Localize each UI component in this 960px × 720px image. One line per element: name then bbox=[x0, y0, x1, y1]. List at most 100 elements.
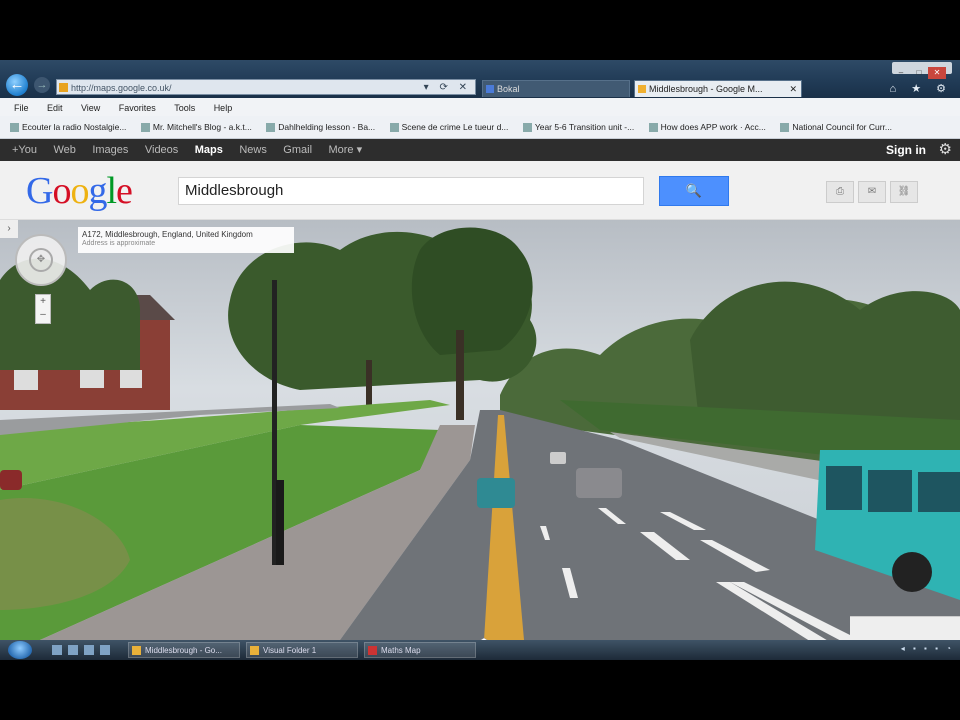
street-view-panorama[interactable]: › A172, Middlesbrough, England, United K… bbox=[0, 220, 960, 640]
tab-label: Bokal bbox=[497, 84, 520, 94]
favorite-link[interactable]: National Council for Curr... bbox=[780, 116, 892, 138]
logo-letter: G bbox=[26, 170, 53, 212]
gbar-plus-you[interactable]: +You bbox=[12, 139, 37, 161]
menu-tools[interactable]: Tools bbox=[174, 99, 195, 117]
favorite-link[interactable]: How does APP work · Acc... bbox=[648, 116, 766, 138]
minimize-button[interactable]: – bbox=[892, 67, 910, 79]
zoom-control[interactable]: + – bbox=[35, 294, 51, 324]
start-button[interactable] bbox=[8, 641, 32, 659]
task-label: Middlesbrough - Go... bbox=[145, 646, 222, 655]
gear-icon[interactable]: ⚙ bbox=[939, 141, 952, 159]
favorite-link[interactable]: Mr. Mitchell's Blog - a.k.t... bbox=[140, 116, 252, 138]
collapse-panel-button[interactable]: › bbox=[0, 220, 18, 238]
google-logo[interactable]: Google bbox=[26, 170, 133, 212]
favorite-label: Scene de crime Le tueur d... bbox=[401, 122, 509, 132]
search-input[interactable] bbox=[178, 177, 644, 205]
menu-file[interactable]: File bbox=[14, 99, 29, 117]
gbar-web[interactable]: Web bbox=[53, 139, 75, 161]
favorite-label: Ecouter la radio Nostalgie... bbox=[22, 122, 127, 132]
favorite-label: How does APP work · Acc... bbox=[660, 122, 766, 132]
search-icon: 🔍 bbox=[685, 183, 703, 198]
favorite-link[interactable]: Dahlhelding lesson - Ba... bbox=[266, 116, 375, 138]
quicklaunch-icon[interactable] bbox=[100, 645, 110, 655]
favorite-icon bbox=[389, 123, 399, 133]
quicklaunch-icon[interactable] bbox=[68, 645, 78, 655]
maps-header: Google 🔍 ⎙ ✉ ⛓ bbox=[0, 161, 960, 220]
tab-bokal[interactable]: Bokal bbox=[482, 80, 630, 97]
bus-window bbox=[918, 472, 960, 512]
street-scene bbox=[0, 227, 960, 640]
window-controls: – □ ✕ bbox=[892, 62, 952, 79]
app-icon bbox=[368, 646, 377, 655]
compass-icon[interactable]: ✥ bbox=[29, 248, 53, 272]
tab-middlesbrough[interactable]: Middlesbrough - Google M... ✕ bbox=[634, 80, 802, 97]
tree-tall bbox=[411, 227, 533, 355]
pan-control[interactable]: ✥ bbox=[15, 234, 67, 286]
address-bar[interactable]: http://maps.google.co.uk/ ▾ ⟳ ✕ bbox=[56, 79, 476, 95]
browser-tool-icons[interactable]: ⌂ ★ ⚙ bbox=[890, 82, 952, 95]
gbar-more[interactable]: More ▾ bbox=[328, 139, 362, 161]
menu-bar: File Edit View Favorites Tools Help bbox=[0, 98, 960, 116]
print-button[interactable]: ⎙ bbox=[826, 181, 854, 203]
bollard bbox=[276, 480, 284, 565]
email-button[interactable]: ✉ bbox=[858, 181, 886, 203]
forward-button[interactable]: → bbox=[34, 77, 50, 93]
task-middlesbrough[interactable]: Middlesbrough - Go... bbox=[128, 642, 240, 658]
gbar-videos[interactable]: Videos bbox=[145, 139, 178, 161]
favorite-icon bbox=[780, 123, 790, 133]
favorite-icon bbox=[10, 123, 19, 133]
car-parked bbox=[0, 470, 22, 490]
tab-favicon-icon bbox=[638, 85, 646, 93]
ie-icon bbox=[132, 646, 141, 655]
task-visual-folder[interactable]: Visual Folder 1 bbox=[246, 642, 358, 658]
link-button[interactable]: ⛓ bbox=[890, 181, 918, 203]
gbar-images[interactable]: Images bbox=[92, 139, 128, 161]
address-title: A172, Middlesbrough, England, United Kin… bbox=[82, 230, 253, 239]
tab-label: Middlesbrough - Google M... bbox=[649, 84, 763, 94]
menu-favorites[interactable]: Favorites bbox=[119, 99, 156, 117]
bus-wheel bbox=[892, 552, 932, 592]
task-maths-map[interactable]: Maths Map bbox=[364, 642, 476, 658]
house-window bbox=[120, 370, 142, 388]
menu-help[interactable]: Help bbox=[214, 99, 233, 117]
gbar-gmail[interactable]: Gmail bbox=[283, 139, 312, 161]
close-tab-icon[interactable]: ✕ bbox=[789, 81, 797, 97]
close-window-button[interactable]: ✕ bbox=[928, 67, 946, 79]
address-text: http://maps.google.co.uk/ bbox=[71, 83, 172, 93]
favorite-link[interactable]: Ecouter la radio Nostalgie... bbox=[10, 116, 126, 138]
system-tray[interactable]: ◂ ▪ ▪ ▪ ◔ bbox=[901, 644, 954, 653]
gbar-maps[interactable]: Maps bbox=[195, 139, 223, 161]
maximize-button[interactable]: □ bbox=[910, 67, 928, 79]
folder-icon bbox=[250, 646, 259, 655]
menu-view[interactable]: View bbox=[81, 99, 100, 117]
bus-window bbox=[868, 470, 912, 512]
menu-edit[interactable]: Edit bbox=[47, 99, 63, 117]
favorite-icon bbox=[522, 123, 532, 133]
browser-titlebar: ← → http://maps.google.co.uk/ ▾ ⟳ ✕ Boka… bbox=[0, 60, 960, 98]
browser-window: ← → http://maps.google.co.uk/ ▾ ⟳ ✕ Boka… bbox=[0, 60, 960, 660]
favorites-bar: Ecouter la radio Nostalgie... Mr. Mitche… bbox=[0, 116, 960, 139]
tree-trunk bbox=[456, 330, 464, 420]
house-window bbox=[14, 370, 38, 390]
gbar-news[interactable]: News bbox=[239, 139, 267, 161]
quicklaunch-icon[interactable] bbox=[52, 645, 62, 655]
favorite-icon bbox=[648, 123, 658, 133]
address-controls[interactable]: ▾ ⟳ ✕ bbox=[424, 80, 471, 96]
mini-map[interactable] bbox=[850, 616, 960, 640]
house-window bbox=[80, 370, 104, 388]
tab-favicon-icon bbox=[486, 85, 494, 93]
sign-in-link[interactable]: Sign in bbox=[886, 139, 926, 161]
logo-letter: g bbox=[88, 170, 107, 212]
favorite-icon bbox=[266, 123, 276, 133]
back-button[interactable]: ← bbox=[6, 74, 28, 96]
favorite-link[interactable]: Scene de crime Le tueur d... bbox=[389, 116, 509, 138]
logo-letter: e bbox=[116, 170, 133, 212]
address-subtitle: Address is approximate bbox=[82, 240, 156, 247]
address-card: A172, Middlesbrough, England, United Kin… bbox=[78, 227, 294, 253]
logo-letter: o bbox=[70, 170, 89, 212]
favorite-link[interactable]: Year 5-6 Transition unit -... bbox=[522, 116, 634, 138]
search-button[interactable]: 🔍 bbox=[659, 176, 729, 206]
favorite-label: National Council for Curr... bbox=[792, 122, 893, 132]
car-teal bbox=[477, 478, 515, 508]
quicklaunch-icon[interactable] bbox=[84, 645, 94, 655]
